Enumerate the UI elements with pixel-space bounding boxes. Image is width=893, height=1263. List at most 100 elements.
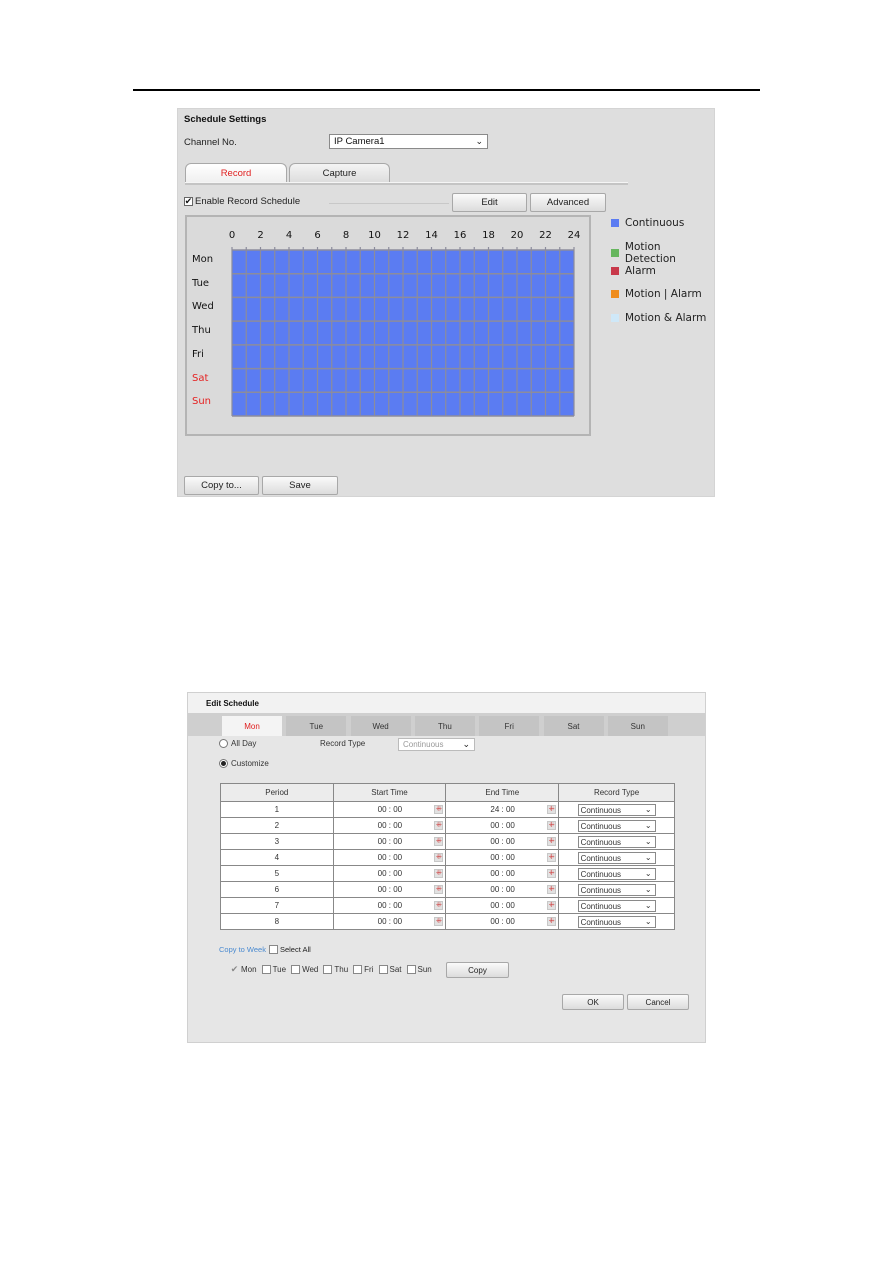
copy-to-button[interactable]: Copy to...: [184, 476, 259, 495]
start-time-value: 00 : 00: [377, 805, 403, 814]
clock-icon[interactable]: ⁜: [547, 853, 557, 862]
clock-icon[interactable]: ⁜: [434, 869, 444, 878]
tab-sat[interactable]: Sat: [543, 716, 604, 736]
hour-label: 14: [425, 230, 438, 241]
start-time-cell[interactable]: 00 : 00 ⁜: [332, 817, 447, 834]
column-header-record-type: Record Type: [558, 783, 675, 802]
copy-day-fri[interactable]: Fri: [353, 965, 374, 974]
tab-sun[interactable]: Sun: [607, 716, 668, 736]
column-header-period: Period: [220, 783, 334, 802]
start-time-cell[interactable]: 00 : 00 ⁜: [332, 865, 447, 882]
end-time-cell[interactable]: 00 : 00 ⁜: [445, 865, 560, 882]
clock-icon[interactable]: ⁜: [434, 885, 444, 894]
copy-day-sat[interactable]: Sat: [378, 965, 402, 974]
record-type-select[interactable]: Continuous ⌄: [577, 868, 656, 880]
clock-icon[interactable]: ⁜: [547, 805, 557, 814]
hour-label: 2: [257, 230, 264, 241]
clock-icon[interactable]: ⁜: [434, 917, 444, 926]
copy-day-checkbox[interactable]: [378, 965, 388, 974]
copy-day-tue[interactable]: Tue: [261, 965, 286, 974]
tab-thu[interactable]: Thu: [414, 716, 475, 736]
start-time-value: 00 : 00: [377, 837, 403, 846]
day-label: Sun: [192, 396, 212, 408]
tab-fri[interactable]: Fri: [479, 716, 540, 736]
clock-icon[interactable]: ⁜: [434, 837, 444, 846]
copy-day-wed[interactable]: Wed: [291, 965, 318, 974]
record-type-value: Continuous: [580, 805, 622, 815]
copy-day-checkbox[interactable]: ✔: [230, 965, 239, 974]
period-cell: 1: [220, 801, 334, 818]
ok-button[interactable]: OK: [562, 994, 624, 1010]
tab-record[interactable]: Record: [185, 163, 287, 183]
cancel-button[interactable]: Cancel: [627, 994, 689, 1010]
copy-day-checkbox[interactable]: [323, 965, 333, 974]
customize-radio[interactable]: [219, 759, 228, 768]
start-time-value: 00 : 00: [377, 917, 403, 926]
end-time-cell[interactable]: 00 : 00 ⁜: [445, 833, 560, 850]
tab-capture[interactable]: Capture: [289, 163, 390, 183]
clock-icon[interactable]: ⁜: [434, 853, 444, 862]
copy-day-mon[interactable]: ✔ Mon: [230, 965, 257, 975]
clock-icon[interactable]: ⁜: [547, 837, 557, 846]
copy-day-checkbox[interactable]: [261, 965, 271, 974]
copy-day-checkbox[interactable]: [291, 965, 301, 974]
clock-icon[interactable]: ⁜: [547, 901, 557, 910]
all-day-radio[interactable]: [219, 739, 228, 748]
tab-tue[interactable]: Tue: [286, 716, 347, 736]
copy-day-sun[interactable]: Sun: [406, 965, 432, 974]
clock-icon[interactable]: ⁜: [547, 821, 557, 830]
tab-wed[interactable]: Wed: [350, 716, 411, 736]
copy-day-checkbox[interactable]: [406, 965, 416, 974]
end-time-cell[interactable]: 00 : 00 ⁜: [445, 913, 560, 930]
start-time-cell[interactable]: 00 : 00 ⁜: [332, 913, 447, 930]
save-button[interactable]: Save: [262, 476, 338, 495]
legend-item: Motion | Alarm: [611, 288, 702, 300]
schedule-grid[interactable]: [231, 247, 575, 417]
clock-icon[interactable]: ⁜: [434, 821, 444, 830]
end-time-cell[interactable]: 00 : 00 ⁜: [445, 849, 560, 866]
start-time-cell[interactable]: 00 : 00 ⁜: [332, 833, 447, 850]
customize-option[interactable]: Customize: [219, 759, 269, 768]
record-type-select[interactable]: Continuous ⌄: [577, 836, 656, 848]
channel-select[interactable]: IP Camera1 ⌄: [329, 134, 488, 149]
start-time-cell[interactable]: 00 : 00 ⁜: [332, 881, 447, 898]
start-time-cell[interactable]: 00 : 00 ⁜: [332, 801, 447, 818]
record-type-select[interactable]: Continuous ⌄: [577, 916, 656, 928]
record-type-select[interactable]: Continuous ⌄: [577, 804, 656, 816]
copy-button[interactable]: Copy: [446, 962, 509, 978]
record-type-select[interactable]: Continuous ⌄: [577, 900, 656, 912]
end-time-value: 24 : 00: [490, 805, 515, 814]
copy-day-checkbox[interactable]: [353, 965, 363, 974]
enable-record-schedule[interactable]: ✔ Enable Record Schedule: [184, 196, 300, 207]
copy-day-label: Sat: [389, 965, 402, 974]
legend-swatch: [611, 266, 619, 275]
select-all-checkbox[interactable]: [268, 945, 278, 954]
clock-icon[interactable]: ⁜: [434, 901, 444, 910]
select-all-option[interactable]: Select All: [268, 945, 311, 954]
day-label: Thu: [192, 325, 211, 337]
record-type-select[interactable]: Continuous ⌄: [398, 738, 475, 751]
end-time-cell[interactable]: 00 : 00 ⁜: [445, 897, 560, 914]
legend-swatch: [611, 248, 619, 257]
enable-record-schedule-checkbox[interactable]: ✔: [184, 197, 193, 206]
end-time-cell[interactable]: 00 : 00 ⁜: [445, 881, 560, 898]
clock-icon[interactable]: ⁜: [434, 805, 444, 814]
end-time-cell[interactable]: 00 : 00 ⁜: [445, 817, 560, 834]
start-time-cell[interactable]: 00 : 00 ⁜: [332, 897, 447, 914]
start-time-value: 00 : 00: [377, 869, 403, 878]
tab-mon[interactable]: Mon: [222, 716, 282, 736]
end-time-cell[interactable]: 24 : 00 ⁜: [445, 801, 560, 818]
record-type-select[interactable]: Continuous ⌄: [577, 852, 656, 864]
copy-day-thu[interactable]: Thu: [323, 965, 348, 974]
clock-icon[interactable]: ⁜: [547, 917, 557, 926]
all-day-option[interactable]: All Day: [219, 739, 256, 748]
copy-week-days: ✔ Mon Tue Wed Thu Fri Sat Sun: [230, 965, 437, 974]
page-header-rule: [133, 89, 760, 91]
start-time-cell[interactable]: 00 : 00 ⁜: [332, 849, 447, 866]
clock-icon[interactable]: ⁜: [547, 885, 557, 894]
record-type-select[interactable]: Continuous ⌄: [577, 820, 656, 832]
advanced-button[interactable]: Advanced: [530, 193, 606, 212]
clock-icon[interactable]: ⁜: [547, 869, 557, 878]
edit-button[interactable]: Edit: [452, 193, 527, 212]
record-type-select[interactable]: Continuous ⌄: [577, 884, 656, 896]
